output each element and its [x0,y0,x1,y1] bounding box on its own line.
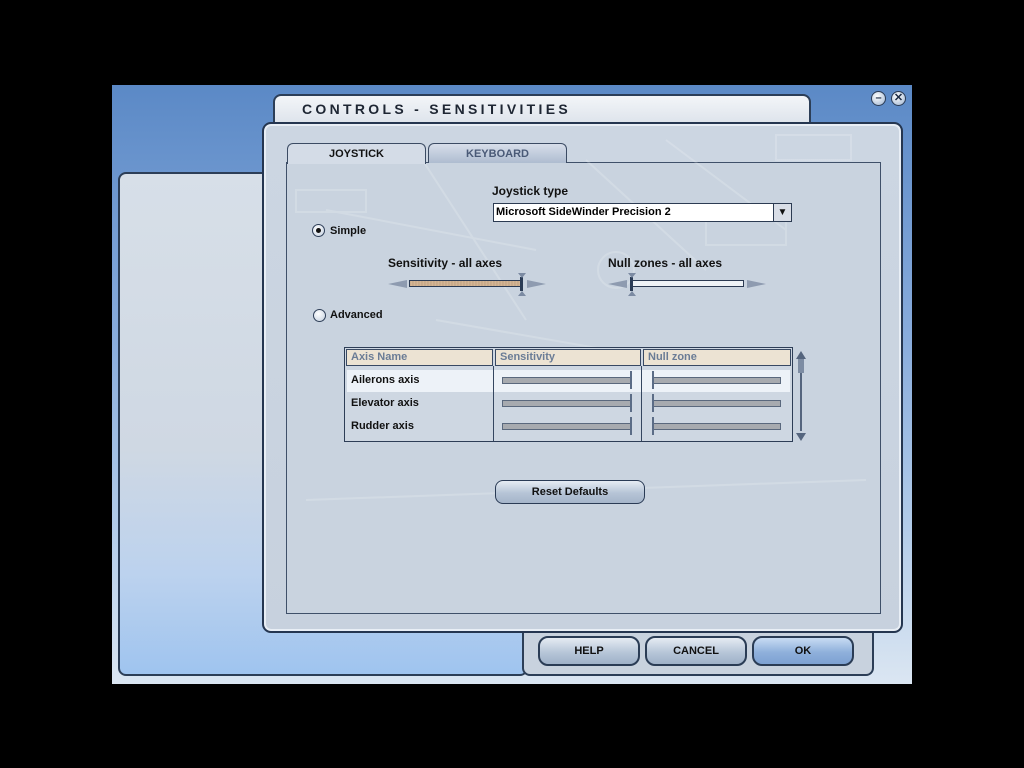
null-zones-slider-track [630,280,744,287]
tab-joystick[interactable]: JOYSTICK [287,143,426,164]
close-icon[interactable]: ✕ [891,91,906,106]
slider-thumb-cap [518,273,526,278]
help-button[interactable]: HELP [538,636,640,666]
null-zone-row-slider-track[interactable] [652,400,781,407]
column-header-sensitivity[interactable]: Sensitivity [495,349,641,366]
scrollbar-graphic [796,351,806,441]
reset-defaults-button[interactable]: Reset Defaults [495,480,645,504]
cancel-button[interactable]: CANCEL [645,636,747,666]
null-zone-row-slider-track[interactable] [652,423,781,430]
sensitivity-row-slider-track[interactable] [502,400,631,407]
sensitivity-row-slider-thumb[interactable] [630,394,632,412]
page-title: CONTROLS - SENSITIVITIES [302,101,571,117]
tab-keyboard[interactable]: KEYBOARD [428,143,567,163]
minimize-icon[interactable]: – [871,91,886,106]
joystick-select-value: Microsoft SideWinder Precision 2 [496,206,671,218]
advanced-label[interactable]: Advanced [330,309,383,321]
slider-decrease-arrow[interactable] [388,280,407,288]
sensitivity-row-slider-track[interactable] [502,423,631,430]
sensitivity-all-axes-label: Sensitivity - all axes [388,256,503,270]
sensitivity-row-slider-thumb[interactable] [630,417,632,435]
column-separator [641,366,642,441]
null-zones-all-axes-label: Null zones - all axes [608,256,723,270]
grid-scrollbar[interactable] [796,351,806,441]
slider-thumb-cap [518,291,526,296]
sensitivity-slider-thumb[interactable] [520,277,523,291]
column-header-axis-name[interactable]: Axis Name [346,349,493,366]
axis-row-label[interactable]: Rudder axis [351,420,414,432]
simple-radio[interactable] [312,224,325,237]
slider-increase-arrow[interactable] [747,280,766,288]
null-zone-row-slider-thumb[interactable] [652,394,654,412]
column-separator [493,366,494,441]
null-zone-row-slider-track[interactable] [652,377,781,384]
ok-button[interactable]: OK [752,636,854,666]
joystick-type-select[interactable]: Microsoft SideWinder Precision 2 ▼ [493,203,792,222]
sensitivity-row-slider-thumb[interactable] [630,371,632,389]
null-zone-row-slider-thumb[interactable] [652,417,654,435]
null-zones-slider[interactable] [608,273,766,296]
sensitivity-slider-track [409,280,523,287]
radio-selected-dot [316,228,321,233]
simple-label[interactable]: Simple [330,225,366,237]
chevron-down-icon[interactable]: ▼ [773,204,791,221]
slider-thumb-cap [628,291,636,296]
slider-thumb-cap [628,273,636,278]
sensitivity-slider[interactable] [388,273,546,296]
slider-increase-arrow[interactable] [527,280,546,288]
sensitivity-row-slider-track[interactable] [502,377,631,384]
joystick-type-label: Joystick type [492,184,569,198]
advanced-radio[interactable] [313,309,326,322]
null-zones-slider-thumb[interactable] [630,277,633,291]
column-header-null-zone[interactable]: Null zone [643,349,791,366]
axis-row-label[interactable]: Ailerons axis [351,374,419,386]
null-zone-row-slider-thumb[interactable] [652,371,654,389]
slider-decrease-arrow[interactable] [608,280,627,288]
axis-row-label[interactable]: Elevator axis [351,397,419,409]
